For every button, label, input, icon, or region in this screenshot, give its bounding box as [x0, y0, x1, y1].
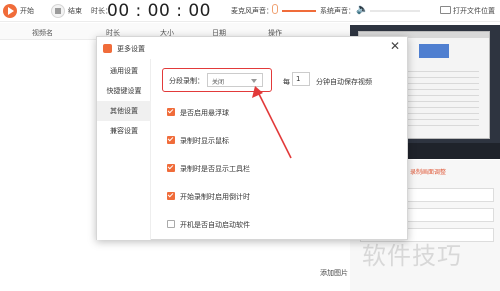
minutes-input[interactable]: 1	[292, 72, 310, 86]
speaker-icon[interactable]: 🔈	[356, 5, 368, 15]
microphone-icon[interactable]	[272, 4, 278, 14]
every-label: 每	[283, 78, 290, 86]
checkbox-show-toolbar[interactable]	[167, 164, 175, 172]
checkbox-show-cursor[interactable]	[167, 136, 175, 144]
column-header: 视频名	[32, 29, 53, 37]
minutes-suffix-label: 分钟自动保存视频	[316, 78, 372, 86]
app-logo-icon	[103, 44, 112, 53]
mic-volume-slider[interactable]	[282, 10, 316, 12]
stop-button-label[interactable]: 结束	[68, 6, 82, 16]
close-icon[interactable]: ✕	[390, 40, 400, 52]
settings-content: 分段录制： 关闭 每 1 分钟自动保存视频 是否启用悬浮球 录制时显示鼠标 录制…	[152, 59, 408, 240]
record-timer: 00 : 00 : 00	[107, 1, 211, 21]
start-button-label[interactable]: 开始	[20, 6, 34, 16]
stop-record-icon[interactable]	[51, 4, 65, 18]
segment-select[interactable]: 关闭	[207, 73, 263, 87]
top-toolbar: 开始 结束 时长： 00 : 00 : 00 麦克风声音： 系统声音： 🔈 打开…	[0, 0, 500, 22]
sidebar-item-shortcuts[interactable]: 快捷键设置	[97, 81, 151, 101]
adjust-recording-link[interactable]: 录制画面调整	[410, 167, 446, 176]
option-label: 录制时显示鼠标	[180, 137, 229, 145]
checkbox-autostart[interactable]	[167, 220, 175, 228]
segment-select-value: 关闭	[212, 79, 225, 86]
sidebar-item-compat[interactable]: 兼容设置	[97, 121, 151, 141]
add-image-button[interactable]: 添加图片	[320, 268, 348, 278]
option-label: 是否启用悬浮球	[180, 109, 229, 117]
chevron-down-icon	[251, 79, 257, 83]
mic-volume-label: 麦克风声音：	[231, 7, 273, 15]
option-label: 录制时是否显示工具栏	[180, 165, 250, 173]
settings-sidebar: 通用设置 快捷键设置 其他设置 兼容设置	[97, 59, 151, 240]
checkbox-countdown[interactable]	[167, 192, 175, 200]
segment-label: 分段录制：	[169, 77, 204, 85]
more-settings-dialog: 更多设置 ✕ 通用设置 快捷键设置 其他设置 兼容设置 分段录制： 关闭 每 1…	[96, 36, 408, 240]
system-volume-label: 系统声音：	[320, 7, 355, 15]
checkbox-floating-ball[interactable]	[167, 108, 175, 116]
watermark-text: 软件技巧	[362, 242, 462, 270]
start-record-icon[interactable]	[3, 4, 17, 18]
system-volume-slider[interactable]	[370, 10, 420, 12]
sidebar-item-general[interactable]: 通用设置	[97, 61, 151, 81]
option-label: 开始录制时启用倒计时	[180, 193, 250, 201]
option-label: 开机是否自动启动软件	[180, 221, 250, 229]
folder-icon[interactable]	[440, 6, 451, 14]
open-folder-button[interactable]: 打开文件位置	[453, 6, 495, 16]
dialog-title: 更多设置	[117, 45, 145, 53]
sidebar-item-other[interactable]: 其他设置	[97, 101, 151, 121]
